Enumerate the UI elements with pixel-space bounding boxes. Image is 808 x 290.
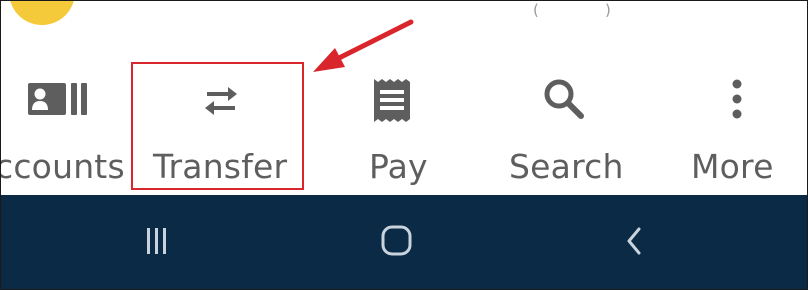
app-screenshot: ( ) ccounts Transfer Pay Search More [0, 0, 808, 290]
tab-transfer[interactable]: Transfer [135, 53, 301, 195]
home-button[interactable] [347, 195, 447, 289]
tab-label-more: More [691, 147, 774, 186]
bottom-tab-bar: ccounts Transfer Pay Search More [1, 53, 807, 195]
accounts-icon [23, 77, 93, 123]
tab-more[interactable]: More [681, 53, 805, 195]
back-button[interactable] [587, 195, 687, 289]
pay-icon [369, 77, 415, 123]
tab-label-transfer: Transfer [153, 147, 288, 186]
tab-accounts[interactable]: ccounts [1, 53, 131, 195]
recent-apps-icon [147, 228, 166, 254]
header-strip: ( ) [1, 1, 807, 53]
tab-label-search: Search [509, 147, 624, 186]
search-icon [541, 77, 587, 123]
header-partial-text: ) [605, 1, 611, 19]
header-partial-text: ( [533, 1, 539, 19]
tab-pay[interactable]: Pay [331, 53, 481, 195]
tab-label-pay: Pay [369, 147, 428, 186]
back-icon [627, 227, 641, 255]
tab-search[interactable]: Search [497, 53, 647, 195]
more-vertical-icon [727, 77, 747, 123]
home-icon [381, 225, 412, 256]
transfer-icon [198, 77, 244, 123]
recent-apps-button[interactable] [111, 195, 211, 289]
system-navigation-bar [1, 195, 807, 289]
avatar[interactable] [9, 1, 75, 25]
tab-label-accounts: ccounts [1, 147, 125, 186]
